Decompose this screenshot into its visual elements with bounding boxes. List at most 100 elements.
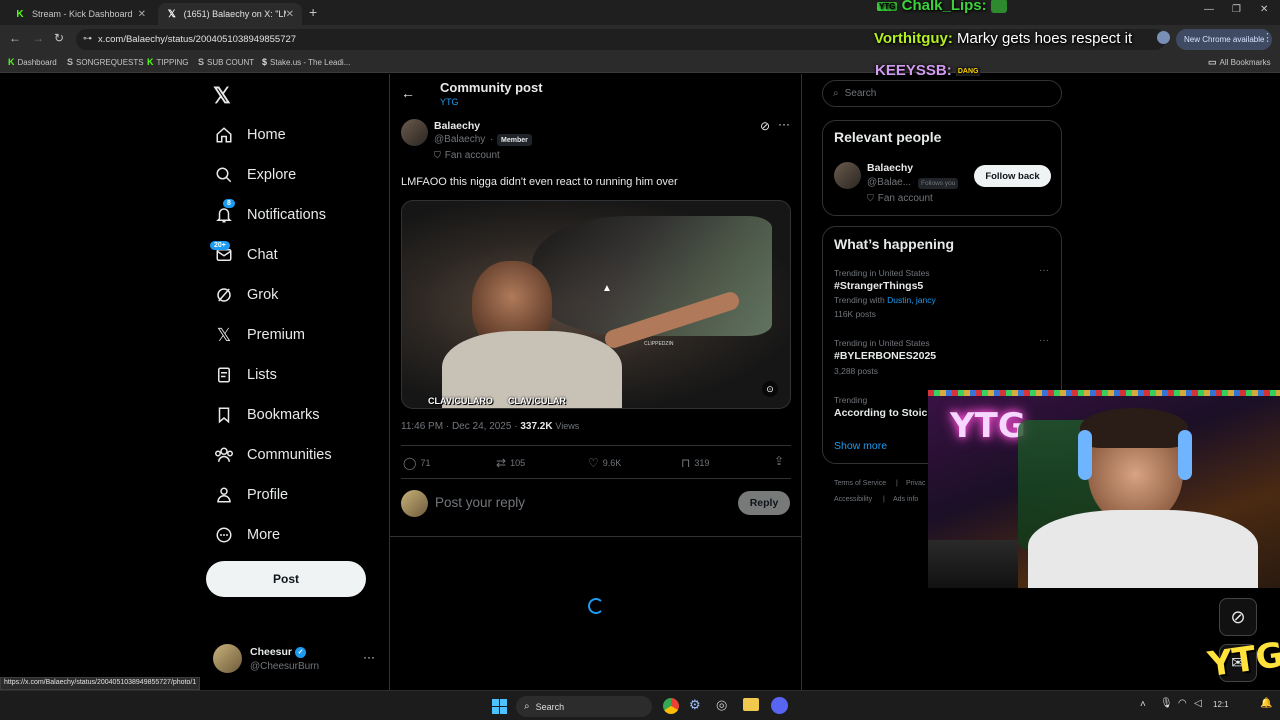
- caption-right: CLAVICULAR: [508, 396, 566, 406]
- author-handle[interactable]: @Balaechy: [434, 134, 485, 145]
- share-icon[interactable]: ⇪: [774, 454, 784, 468]
- reply-action[interactable]: ◯ 71: [403, 456, 430, 470]
- christmas-lights: [928, 390, 1280, 396]
- trend-item[interactable]: Trending in United States #BYLERBONES202…: [834, 335, 1054, 376]
- repost-action[interactable]: ⇄ 105: [496, 456, 525, 470]
- notification-bell-icon[interactable]: 🔔: [1260, 698, 1272, 709]
- trend-item[interactable]: Trending in United States #StrangerThing…: [834, 265, 1054, 319]
- post-time[interactable]: 11:46 PM · Dec 24, 2025: [401, 421, 511, 432]
- bookmark-tipping[interactable]: K TIPPING: [147, 57, 189, 67]
- community-link[interactable]: YTG: [440, 97, 459, 107]
- sidebar-item-premium[interactable]: 𝕏 Premium: [214, 320, 305, 350]
- sidebar-item-more[interactable]: More: [214, 520, 280, 550]
- account-switcher[interactable]: Cheesur ✓ @CheesurBurn ···: [213, 644, 378, 676]
- verified-icon: ✓: [295, 646, 307, 658]
- grok-icon[interactable]: ⊘: [760, 119, 770, 133]
- person-icon: [214, 485, 234, 505]
- menu-dots-icon[interactable]: ⋮: [1262, 31, 1273, 44]
- sidebar-item-label: Home: [247, 127, 286, 143]
- reply-icon: ◯: [403, 456, 417, 470]
- x-logo-icon[interactable]: 𝕏: [213, 83, 231, 109]
- footer-link[interactable]: Ads info: [893, 496, 918, 503]
- divider: [401, 478, 791, 479]
- post-media[interactable]: CLIPPEDZIN CLAVICULARO CLAVICULAR ▲ ⊙: [401, 200, 791, 409]
- more-dots-icon[interactable]: ···: [1039, 335, 1049, 346]
- bookmark-sub-count[interactable]: S SUB COUNT: [198, 57, 254, 67]
- sidebar-item-chat[interactable]: Chat 20+: [210, 240, 278, 270]
- close-icon[interactable]: ✕: [286, 9, 294, 20]
- sidebar-item-label: Grok: [247, 287, 279, 303]
- show-more-link[interactable]: Show more: [834, 440, 887, 452]
- tab-kick-dashboard[interactable]: K Stream - Kick Dashboard ✕: [6, 3, 154, 25]
- chrome-icon[interactable]: [663, 698, 679, 714]
- new-tab-icon[interactable]: +: [309, 4, 317, 20]
- close-window-icon[interactable]: ✕: [1260, 4, 1268, 15]
- relevant-fan-text: Fan account: [877, 193, 933, 204]
- bookmark-dashboard[interactable]: K Dashboard: [8, 57, 57, 67]
- new-chrome-button[interactable]: New Chrome available: [1176, 29, 1273, 50]
- footer-link[interactable]: Privac: [906, 480, 925, 487]
- close-icon[interactable]: ✕: [138, 9, 146, 20]
- bookmark-stake[interactable]: $ Stake.us - The Leadi...: [262, 57, 350, 67]
- cursor-icon: ▲: [602, 283, 612, 294]
- more-dots-icon[interactable]: ···: [363, 650, 375, 664]
- windows-start-icon[interactable]: [492, 699, 507, 714]
- caption-left: CLAVICULARO: [428, 396, 493, 406]
- search-input[interactable]: ⌕ Search: [822, 80, 1062, 107]
- app-icon[interactable]: ◎: [716, 697, 727, 713]
- author-name[interactable]: Balaechy: [434, 120, 480, 132]
- more-dots-icon[interactable]: ···: [1039, 265, 1049, 276]
- sidebar-item-notifications[interactable]: Notifications 8: [214, 199, 326, 230]
- sidebar-item-explore[interactable]: Explore: [214, 160, 296, 190]
- footer-link[interactable]: Terms of Service: [834, 480, 886, 487]
- more-dots-icon[interactable]: ···: [778, 117, 790, 131]
- sidebar-item-grok[interactable]: Grok: [214, 280, 278, 310]
- browser-tab-bar: K Stream - Kick Dashboard ✕ 𝕏 (1651) Bal…: [0, 0, 1280, 25]
- sidebar-item-bookmarks[interactable]: Bookmarks: [214, 400, 320, 430]
- sidebar-item-lists[interactable]: Lists: [214, 360, 277, 390]
- sidebar-item-home[interactable]: Home: [214, 120, 286, 150]
- bookmark-songrequests[interactable]: S SONGREQUESTS: [67, 57, 144, 67]
- all-bookmarks-button[interactable]: ▭ All Bookmarks: [1208, 57, 1271, 68]
- discord-icon[interactable]: [771, 697, 788, 714]
- relevant-avatar[interactable]: [834, 162, 861, 189]
- tab-x-post[interactable]: 𝕏 (1651) Balaechy on X: "LMFAO... ✕: [158, 3, 302, 25]
- like-action[interactable]: ♡ 9.6K: [588, 456, 621, 470]
- microphone-icon[interactable]: 🎙: [1160, 698, 1173, 709]
- taskbar-search[interactable]: ⌕ Search: [516, 696, 652, 717]
- profile-avatar-icon[interactable]: [1157, 31, 1170, 44]
- sidebar-item-label: Explore: [247, 167, 297, 183]
- trend-with-links[interactable]: Dustin, jancy: [887, 295, 936, 305]
- bookmarks-bar: K Dashboard S SONGREQUESTS K TIPPING S SUB C…: [0, 53, 1280, 73]
- forward-icon[interactable]: →: [32, 31, 44, 45]
- search-icon: ⌕: [833, 88, 839, 99]
- folder-icon[interactable]: [743, 698, 759, 711]
- steam-icon[interactable]: ⚙: [689, 697, 701, 713]
- bookmark-action[interactable]: ⊓ 319: [681, 456, 709, 470]
- chat-badge-icon: YTG: [877, 1, 898, 11]
- follow-back-button[interactable]: Follow back: [974, 165, 1051, 187]
- author-avatar[interactable]: [401, 119, 428, 146]
- back-icon[interactable]: ←: [9, 31, 21, 45]
- back-arrow-icon[interactable]: ←: [401, 85, 415, 101]
- grok-image-icon[interactable]: ⊙: [762, 381, 778, 397]
- reply-button[interactable]: Reply: [738, 491, 790, 515]
- maximize-icon[interactable]: ❐: [1232, 4, 1241, 15]
- post-button[interactable]: Post: [206, 561, 366, 597]
- wifi-icon[interactable]: ◠: [1178, 698, 1187, 709]
- reply-input[interactable]: Post your reply: [435, 495, 525, 510]
- streamer-shirt: [1028, 510, 1258, 588]
- sidebar-item-label: Notifications: [247, 207, 326, 223]
- trend-title: #BYLERBONES2025: [834, 350, 937, 362]
- volume-icon[interactable]: ◁: [1194, 698, 1202, 709]
- reload-icon[interactable]: ↻: [54, 31, 64, 45]
- sidebar-item-label: Lists: [247, 367, 277, 383]
- relevant-name[interactable]: Balaechy: [867, 162, 913, 174]
- minimize-icon[interactable]: —: [1204, 4, 1214, 15]
- footer-link[interactable]: Accessibility: [834, 496, 872, 503]
- chevron-up-icon[interactable]: ˄: [1140, 699, 1146, 710]
- sidebar-item-communities[interactable]: Communities: [214, 440, 332, 470]
- sidebar-item-profile[interactable]: Profile: [214, 480, 288, 510]
- grok-icon[interactable]: ⊘: [1219, 598, 1257, 636]
- site-info-icon[interactable]: ⊶: [83, 33, 92, 44]
